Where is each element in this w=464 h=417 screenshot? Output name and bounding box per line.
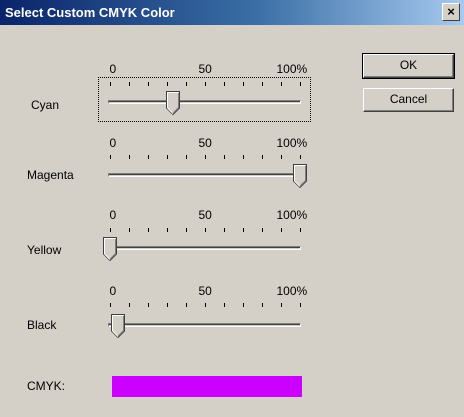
yellow-scale-max: 100% — [276, 208, 308, 222]
title-bar[interactable]: Select Custom CMYK Color × — [0, 0, 464, 25]
scale-tick — [300, 155, 301, 159]
scale-tick — [148, 303, 149, 307]
yellow-scale-min: 0 — [109, 208, 117, 222]
magenta-scale-mid: 50 — [198, 136, 212, 150]
scale-tick — [243, 82, 244, 86]
slider-thumb-shape — [103, 237, 117, 261]
scale-tick — [224, 155, 225, 159]
scale-tick — [281, 303, 282, 307]
cancel-button[interactable]: Cancel — [363, 88, 454, 112]
scale-tick — [300, 82, 301, 86]
yellow-label: Yellow — [27, 243, 62, 257]
black-slider-track[interactable] — [108, 323, 301, 327]
slider-thumb-shape — [111, 314, 125, 338]
scale-tick — [129, 228, 130, 232]
scale-tick — [129, 303, 130, 307]
slider-thumb-shape — [166, 91, 180, 115]
close-button[interactable]: × — [442, 3, 460, 21]
black-scale-max: 100% — [276, 284, 308, 298]
cmyk-result-label: CMYK: — [27, 379, 66, 393]
scale-tick — [167, 228, 168, 232]
cyan-scale-max: 100% — [276, 62, 308, 76]
magenta-slider-track[interactable] — [108, 173, 301, 177]
yellow-slider-thumb[interactable] — [103, 237, 117, 261]
scale-tick — [110, 82, 111, 86]
scale-tick — [148, 228, 149, 232]
scale-tick — [129, 82, 130, 86]
scale-tick — [110, 303, 111, 307]
scale-tick — [148, 82, 149, 86]
cyan-scale-min: 0 — [109, 62, 117, 76]
scale-tick — [186, 303, 187, 307]
scale-tick — [224, 82, 225, 86]
ok-button-label: OK — [399, 58, 418, 72]
magenta-slider-thumb[interactable] — [293, 164, 307, 188]
black-scale-min: 0 — [109, 284, 117, 298]
scale-tick — [129, 155, 130, 159]
scale-tick — [262, 82, 263, 86]
scale-tick — [186, 82, 187, 86]
cyan-slider-thumb[interactable] — [166, 91, 180, 115]
cancel-button-label: Cancel — [389, 92, 428, 106]
scale-tick — [110, 228, 111, 232]
magenta-scale-min: 0 — [109, 136, 117, 150]
scale-tick — [205, 155, 206, 159]
scale-tick — [262, 228, 263, 232]
ok-button[interactable]: OK — [362, 53, 455, 79]
scale-tick — [148, 155, 149, 159]
scale-tick — [300, 228, 301, 232]
yellow-ticks — [110, 228, 301, 233]
magenta-ticks — [110, 155, 301, 160]
scale-tick — [262, 303, 263, 307]
scale-tick — [224, 303, 225, 307]
magenta-scale-max: 100% — [276, 136, 308, 150]
scale-tick — [243, 303, 244, 307]
scale-tick — [167, 155, 168, 159]
slider-thumb-shape — [293, 164, 307, 188]
scale-tick — [205, 228, 206, 232]
cmyk-color-swatch — [112, 376, 302, 397]
scale-tick — [281, 155, 282, 159]
scale-tick — [110, 155, 111, 159]
yellow-slider-track[interactable] — [108, 246, 301, 250]
black-scale-mid: 50 — [198, 284, 212, 298]
yellow-scale-mid: 50 — [198, 208, 212, 222]
scale-tick — [300, 303, 301, 307]
black-slider-thumb[interactable] — [111, 314, 125, 338]
cyan-slider-track[interactable] — [108, 100, 301, 104]
scale-tick — [224, 228, 225, 232]
scale-tick — [281, 82, 282, 86]
window-title: Select Custom CMYK Color — [5, 5, 175, 20]
scale-tick — [186, 155, 187, 159]
close-icon: × — [447, 4, 455, 19]
black-ticks — [110, 303, 301, 308]
magenta-label: Magenta — [27, 168, 74, 182]
scale-tick — [167, 82, 168, 86]
cmyk-dialog: Select Custom CMYK Color × 0 50 100% Cya… — [0, 0, 464, 417]
scale-tick — [205, 303, 206, 307]
cyan-label: Cyan — [31, 98, 60, 112]
scale-tick — [262, 155, 263, 159]
scale-tick — [281, 228, 282, 232]
scale-tick — [205, 82, 206, 86]
cyan-scale-mid: 50 — [198, 62, 212, 76]
scale-tick — [243, 155, 244, 159]
scale-tick — [243, 228, 244, 232]
scale-tick — [186, 228, 187, 232]
cyan-ticks — [110, 82, 301, 87]
scale-tick — [167, 303, 168, 307]
black-label: Black — [27, 318, 57, 332]
